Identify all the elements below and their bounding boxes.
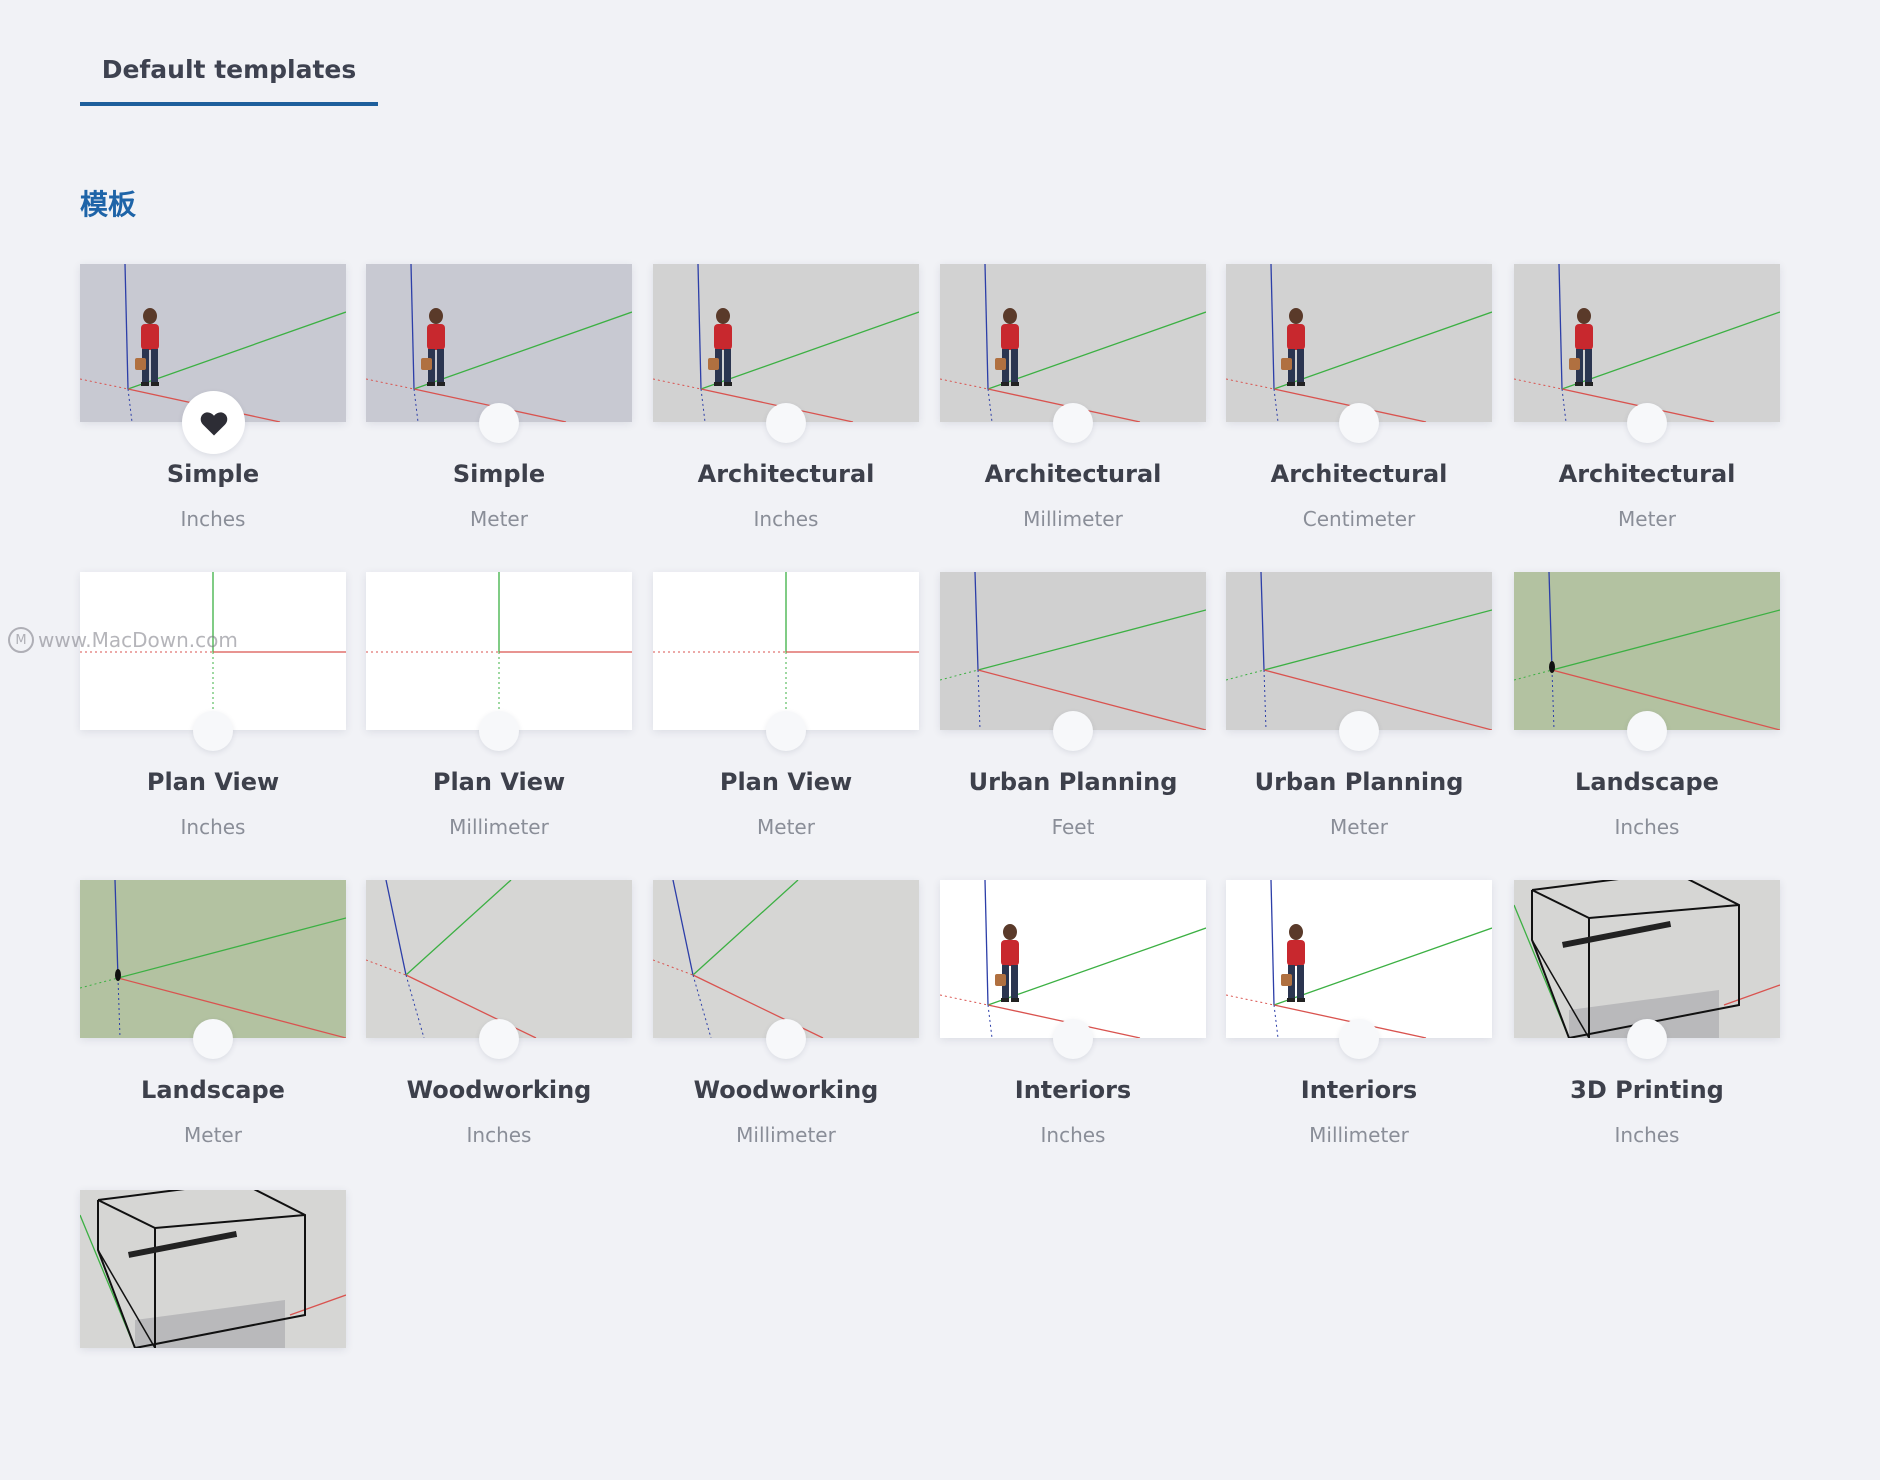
- template-name: Landscape: [141, 1076, 285, 1104]
- template-name: Architectural: [984, 460, 1162, 488]
- template-unit: Meter: [470, 507, 528, 531]
- template-thumbnail[interactable]: [1226, 880, 1492, 1038]
- template-card[interactable]: Simple Inches: [80, 264, 346, 554]
- template-card[interactable]: Woodworking Millimeter: [653, 880, 919, 1170]
- favorite-button[interactable]: [1627, 711, 1667, 751]
- template-card[interactable]: 3D Printing Inches: [1514, 880, 1780, 1170]
- favorite-heart-icon[interactable]: [182, 391, 245, 454]
- favorite-button[interactable]: [1053, 711, 1093, 751]
- template-thumbnail[interactable]: [653, 572, 919, 730]
- template-unit: Meter: [1618, 507, 1676, 531]
- template-card[interactable]: Woodworking Inches: [366, 880, 632, 1170]
- template-card[interactable]: Landscape Inches: [1514, 572, 1780, 862]
- watermark-logo-icon: M: [8, 627, 34, 653]
- template-thumbnail[interactable]: [1514, 572, 1780, 730]
- template-name: Plan View: [432, 768, 566, 796]
- template-name: Woodworking: [693, 1076, 879, 1104]
- template-unit: Inches: [1614, 1123, 1680, 1147]
- tab-active-indicator: [80, 102, 378, 106]
- tab-default-templates[interactable]: Default templates: [80, 46, 378, 106]
- template-thumbnail[interactable]: [940, 572, 1206, 730]
- template-thumbnail[interactable]: [80, 880, 346, 1038]
- favorite-button[interactable]: [1627, 403, 1667, 443]
- template-name: 3D Printing: [1570, 1076, 1724, 1104]
- favorite-button[interactable]: [766, 403, 806, 443]
- favorite-button[interactable]: [1339, 1019, 1379, 1059]
- template-name: Woodworking: [406, 1076, 592, 1104]
- tab-label: Default templates: [101, 55, 357, 84]
- template-name: Landscape: [1575, 768, 1719, 796]
- template-unit: Millimeter: [1023, 507, 1123, 531]
- favorite-button[interactable]: [1053, 1019, 1093, 1059]
- template-thumbnail[interactable]: [366, 264, 632, 422]
- template-thumbnail[interactable]: [366, 880, 632, 1038]
- favorite-button[interactable]: [766, 711, 806, 751]
- template-thumbnail[interactable]: [80, 1190, 346, 1348]
- favorite-button[interactable]: [1339, 403, 1379, 443]
- template-card[interactable]: Urban Planning Feet: [940, 572, 1206, 862]
- template-name: Architectural: [1558, 460, 1736, 488]
- favorite-button[interactable]: [193, 1019, 233, 1059]
- favorite-button[interactable]: [479, 403, 519, 443]
- template-unit: Inches: [466, 1123, 532, 1147]
- template-card[interactable]: Architectural Centimeter: [1226, 264, 1492, 554]
- favorite-button[interactable]: [1627, 1019, 1667, 1059]
- template-card[interactable]: Plan View Meter: [653, 572, 919, 862]
- favorite-button[interactable]: [1053, 403, 1093, 443]
- template-card[interactable]: Simple Meter: [366, 264, 632, 554]
- template-unit: Millimeter: [736, 1123, 836, 1147]
- template-card[interactable]: Architectural Inches: [653, 264, 919, 554]
- template-name: Simple: [166, 460, 260, 488]
- template-card[interactable]: Urban Planning Meter: [1226, 572, 1492, 862]
- template-unit: Inches: [1614, 815, 1680, 839]
- template-name: Plan View: [146, 768, 280, 796]
- favorite-button[interactable]: [766, 1019, 806, 1059]
- section-title: 模板: [80, 188, 137, 221]
- watermark-text: www.MacDown.com: [38, 628, 238, 652]
- template-unit: Millimeter: [449, 815, 549, 839]
- template-name: Architectural: [1270, 460, 1448, 488]
- template-card[interactable]: Architectural Meter: [1514, 264, 1780, 554]
- template-name: Interiors: [1300, 1076, 1418, 1104]
- template-thumbnail[interactable]: [940, 880, 1206, 1038]
- template-unit: Millimeter: [1309, 1123, 1409, 1147]
- template-unit: Meter: [757, 815, 815, 839]
- template-thumbnail[interactable]: [1514, 880, 1780, 1038]
- template-unit: Meter: [1330, 815, 1388, 839]
- favorite-button[interactable]: [479, 1019, 519, 1059]
- template-name: Interiors: [1014, 1076, 1132, 1104]
- template-unit: Meter: [184, 1123, 242, 1147]
- template-thumbnail[interactable]: [653, 264, 919, 422]
- template-thumbnail[interactable]: [366, 572, 632, 730]
- favorite-button[interactable]: [479, 711, 519, 751]
- template-name: Architectural: [697, 460, 875, 488]
- template-card[interactable]: Landscape Meter: [80, 880, 346, 1170]
- template-card[interactable]: Plan View Millimeter: [366, 572, 632, 862]
- template-name: Urban Planning: [1254, 768, 1464, 796]
- template-card[interactable]: Interiors Millimeter: [1226, 880, 1492, 1170]
- favorite-button[interactable]: [193, 711, 233, 751]
- template-thumbnail[interactable]: [1226, 264, 1492, 422]
- template-thumbnail[interactable]: [1226, 572, 1492, 730]
- template-name: Simple: [452, 460, 546, 488]
- favorite-button[interactable]: [1339, 711, 1379, 751]
- template-thumbnail[interactable]: [940, 264, 1206, 422]
- template-thumbnail[interactable]: [1514, 264, 1780, 422]
- template-unit: Inches: [180, 815, 246, 839]
- template-name: Plan View: [719, 768, 853, 796]
- template-unit: Feet: [1051, 815, 1095, 839]
- template-card[interactable]: Interiors Inches: [940, 880, 1206, 1170]
- template-name: Urban Planning: [968, 768, 1178, 796]
- template-card[interactable]: [80, 1190, 346, 1480]
- template-unit: Inches: [180, 507, 246, 531]
- template-card[interactable]: Plan View Inches: [80, 572, 346, 862]
- template-card[interactable]: Architectural Millimeter: [940, 264, 1206, 554]
- watermark: M www.MacDown.com: [8, 627, 238, 653]
- template-thumbnail[interactable]: [653, 880, 919, 1038]
- tab-bar: Default templates: [80, 0, 378, 106]
- template-unit: Inches: [753, 507, 819, 531]
- template-unit: Centimeter: [1302, 507, 1416, 531]
- template-unit: Inches: [1040, 1123, 1106, 1147]
